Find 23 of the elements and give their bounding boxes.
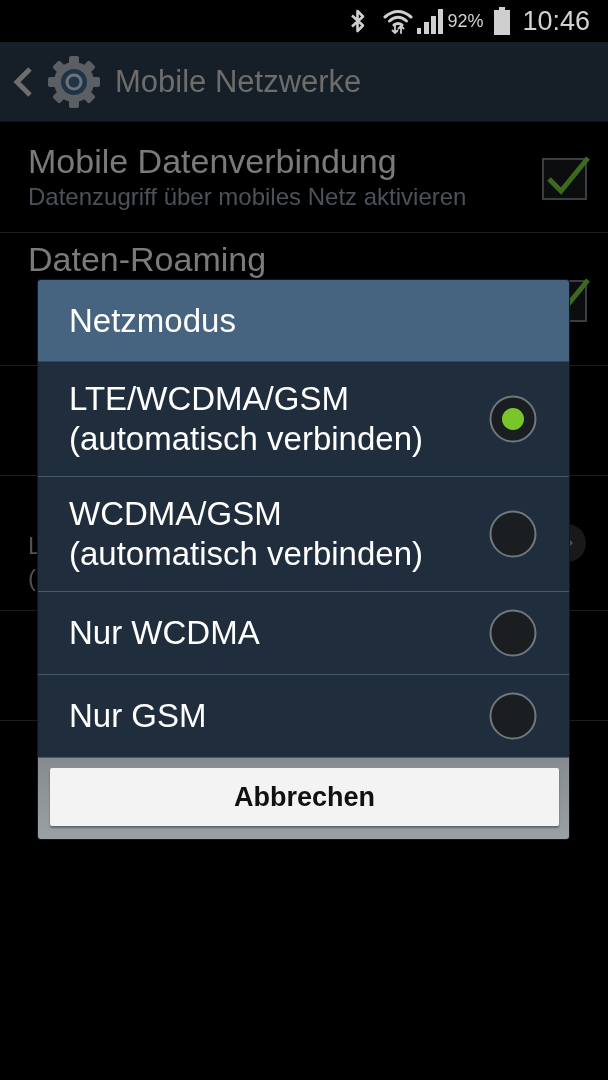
radio-button[interactable] xyxy=(489,609,537,657)
option-label: LTE/WCDMA/GSM (automatisch verbinden) xyxy=(69,379,424,459)
option-label: WCDMA/GSM (automatisch verbinden) xyxy=(69,494,424,574)
option-label: Nur GSM xyxy=(69,696,207,736)
setting-subtitle: Datenzugriff über mobiles Netz aktivieren xyxy=(28,182,468,212)
battery-percent: 92% xyxy=(447,10,484,32)
signal-icon xyxy=(416,8,445,34)
clock-time: 10:46 xyxy=(522,5,590,37)
radio-button[interactable] xyxy=(489,692,537,740)
option-label: Nur WCDMA xyxy=(69,613,260,653)
gear-icon xyxy=(46,53,102,110)
setting-subtitle: ( xyxy=(28,563,37,593)
radio-button[interactable] xyxy=(489,510,537,558)
cancel-button[interactable]: Abbrechen xyxy=(50,768,559,826)
battery-icon xyxy=(493,7,512,35)
checkbox[interactable] xyxy=(542,154,590,200)
back-icon[interactable] xyxy=(12,65,32,98)
setting-title: Daten-Roaming xyxy=(28,239,268,279)
screen-title: Mobile Netzwerke xyxy=(115,62,362,101)
dialog-title: Netzmodus xyxy=(69,300,236,341)
radio-button[interactable] xyxy=(489,395,537,443)
setting-title: Mobile Datenverbindung xyxy=(28,141,398,181)
wifi-icon xyxy=(383,8,414,34)
